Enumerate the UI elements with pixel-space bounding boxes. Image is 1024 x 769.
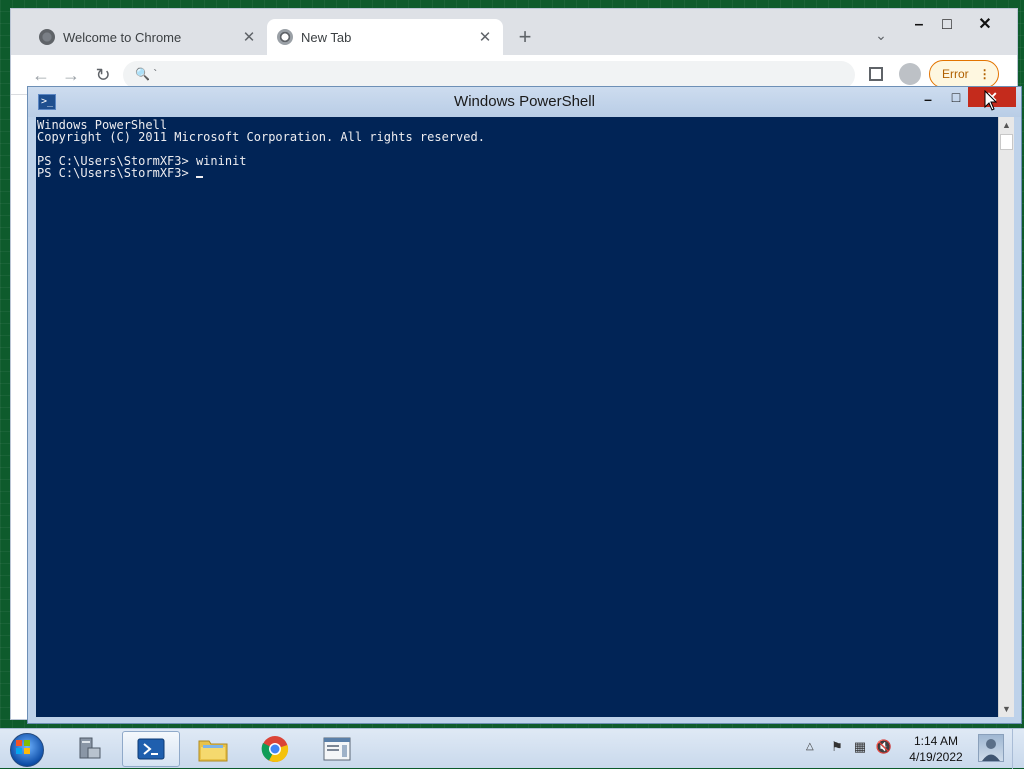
error-chip-button[interactable]: Error ⋮ [929, 60, 999, 88]
scroll-down-arrow-icon[interactable]: ▼ [999, 701, 1014, 717]
menu-dots-icon: ⋮ [978, 67, 991, 81]
server-manager-icon [79, 737, 101, 759]
tab-label: New Tab [301, 29, 352, 45]
folder-icon [198, 740, 228, 762]
tab-close-icon[interactable]: ✕ [241, 28, 257, 46]
chrome-icon [261, 736, 289, 763]
window-title: Windows PowerShell [454, 93, 595, 110]
volume-muted-icon[interactable]: 🔇 [875, 739, 893, 757]
chrome-minimize-button[interactable]: – [905, 13, 933, 37]
network-icon[interactable]: ▦ [851, 739, 869, 757]
powershell-window: Windows PowerShell >_ – □ ✕ Windows Powe… [27, 86, 1022, 724]
powershell-icon: >_ [38, 94, 56, 110]
system-clock[interactable]: 1:14 AM 4/19/2022 [900, 733, 972, 765]
taskbar-app-window[interactable] [308, 731, 366, 767]
back-button[interactable]: ← [29, 63, 53, 87]
console-prompt-line: PS C:\Users\StormXF3> [37, 167, 485, 179]
taskbar: △ ⚑ ▦ 🔇 1:14 AM 4/19/2022 [0, 728, 1024, 769]
console-output: Windows PowerShell Copyright (C) 2011 Mic… [37, 119, 485, 179]
maximize-button[interactable]: □ [946, 89, 966, 107]
forward-button[interactable]: → [59, 63, 83, 87]
action-center-flag-icon[interactable]: ⚑ [828, 739, 846, 757]
scroll-thumb[interactable] [1000, 134, 1013, 150]
taskbar-chrome[interactable] [246, 731, 304, 767]
show-desktop-button[interactable] [1012, 729, 1024, 769]
taskbar-server-manager[interactable] [60, 731, 118, 767]
person-icon [982, 739, 1000, 761]
profile-avatar-icon[interactable] [899, 63, 921, 85]
search-icon: 🔍 ` [135, 67, 158, 81]
chrome-tab-strip: Welcome to Chrome ✕ New Tab ✕ + ⌄ – □ ✕ [11, 9, 1017, 55]
new-tab-button[interactable]: + [511, 24, 539, 52]
tab-search-icon[interactable]: ⌄ [871, 27, 891, 47]
tab-close-icon[interactable]: ✕ [477, 28, 493, 46]
vertical-scrollbar[interactable]: ▲ ▼ [998, 117, 1014, 717]
tab-label: Welcome to Chrome [63, 29, 182, 45]
user-avatar-icon[interactable] [978, 734, 1004, 762]
windows-logo-icon [16, 740, 30, 754]
powershell-titlebar[interactable]: Windows PowerShell >_ – □ ✕ [28, 87, 1021, 117]
console-area[interactable]: Windows PowerShell Copyright (C) 2011 Mic… [36, 117, 998, 717]
chrome-close-button[interactable]: ✕ [971, 13, 999, 37]
chrome-maximize-button[interactable]: □ [933, 13, 961, 37]
console-line: Copyright (C) 2011 Microsoft Corporation… [37, 130, 485, 144]
application-window-icon [323, 737, 351, 761]
minimize-button[interactable]: – [918, 91, 938, 109]
taskbar-file-explorer[interactable] [184, 731, 242, 767]
tab-welcome-to-chrome[interactable]: Welcome to Chrome ✕ [29, 19, 267, 55]
chrome-logo-icon [277, 29, 293, 45]
start-button[interactable] [6, 731, 46, 767]
error-chip-label: Error [942, 67, 969, 81]
tab-new-tab[interactable]: New Tab ✕ [267, 19, 503, 55]
globe-icon [39, 29, 55, 45]
clock-time: 1:14 AM [913, 734, 959, 748]
reload-button[interactable]: ↻ [91, 63, 115, 87]
extension-icon[interactable] [869, 67, 883, 81]
address-bar[interactable]: 🔍 ` [123, 61, 855, 89]
powershell-taskbar-icon [137, 738, 165, 760]
text-cursor [195, 176, 203, 178]
taskbar-powershell[interactable] [122, 731, 180, 767]
show-hidden-icons-button[interactable]: △ [806, 741, 814, 752]
scroll-up-arrow-icon[interactable]: ▲ [999, 117, 1014, 133]
clock-date: 4/19/2022 [909, 750, 963, 764]
mouse-cursor-icon [984, 90, 998, 111]
console-prompt: PS C:\Users\StormXF3> [37, 166, 196, 180]
